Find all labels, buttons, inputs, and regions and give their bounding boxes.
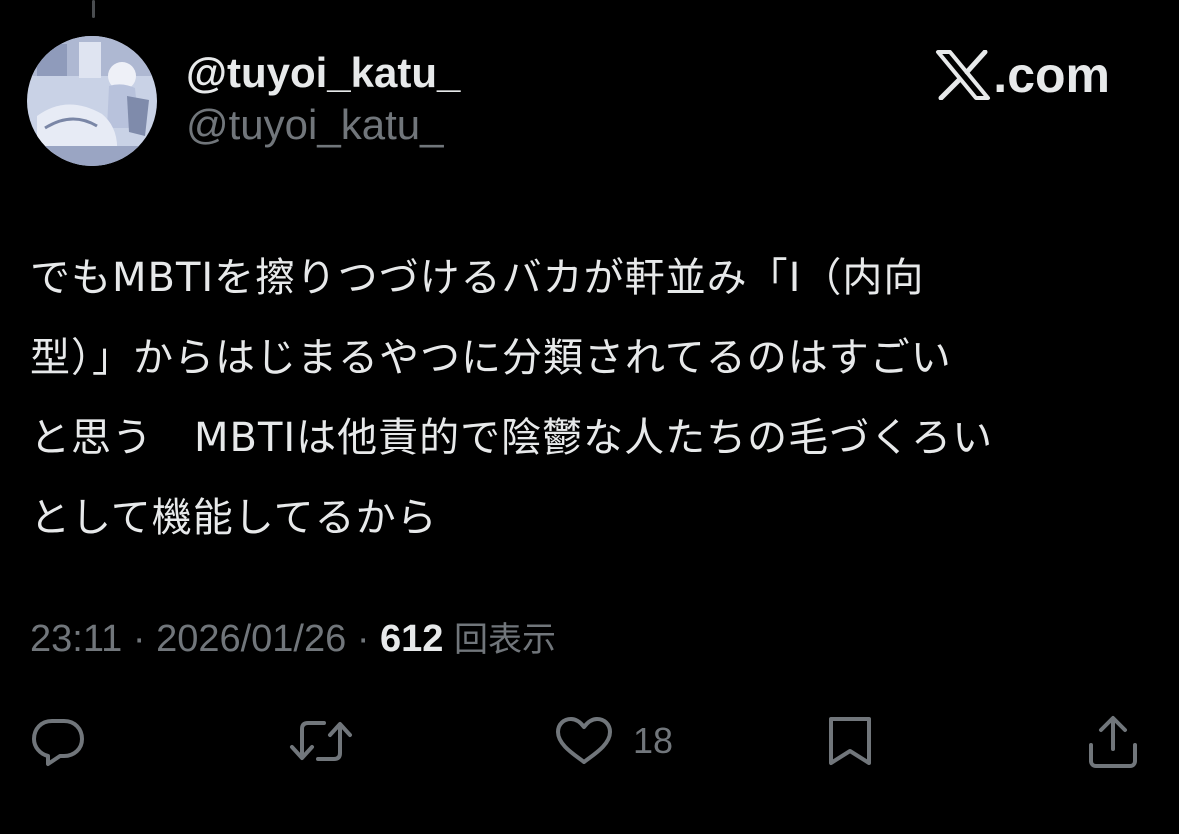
views-label: 回表示 [454, 620, 556, 660]
retweet-icon [290, 721, 352, 761]
views-count: 612 [380, 618, 444, 660]
share-icon [1089, 716, 1137, 768]
heart-icon [556, 717, 612, 764]
avatar[interactable] [27, 36, 157, 166]
like-button[interactable]: 18 [553, 715, 673, 767]
tweet-meta: 23:11 · 2026/01/26 · 612 回表示 [30, 614, 556, 665]
x-brand: .com [935, 48, 1110, 102]
meta-separator: · [356, 618, 370, 660]
bookmark-button[interactable] [825, 715, 875, 767]
bookmark-icon [829, 717, 871, 765]
tweet-line: でもMBTIを擦りつづけるバカが軒並み「I（内向 [30, 255, 925, 301]
tweet-header: @tuyoi_katu_ @tuyoi_katu_ .com [25, 36, 1155, 171]
like-count: 18 [633, 720, 674, 761]
x-logo-icon [936, 50, 991, 100]
thread-connector-line [92, 0, 95, 18]
tweet-line: として機能してるから [30, 495, 438, 541]
tweet-body: でもMBTIを擦りつづけるバカが軒並み「I（内向 型）」からはじまるやつに分類さ… [30, 238, 1155, 558]
author-display-name[interactable]: @tuyoi_katu_ [186, 48, 460, 98]
meta-separator: · [132, 618, 146, 660]
tweet-line: 型）」からはじまるやつに分類されてるのはすごい [30, 335, 952, 381]
tweet-date[interactable]: 2026/01/26 [156, 618, 346, 660]
action-bar: 18 [0, 705, 1179, 775]
share-button[interactable] [1086, 715, 1140, 768]
brand-domain-text: .com [993, 47, 1110, 103]
reply-icon [32, 719, 84, 766]
author-handle[interactable]: @tuyoi_katu_ [186, 100, 460, 150]
retweet-button[interactable] [288, 715, 354, 767]
author-info[interactable]: @tuyoi_katu_ @tuyoi_katu_ [186, 48, 460, 150]
reply-button[interactable] [30, 715, 86, 767]
tweet-time[interactable]: 23:11 [30, 618, 122, 660]
tweet-line: と思う MBTIは他責的で陰鬱な人たちの毛づくろい [30, 415, 994, 461]
